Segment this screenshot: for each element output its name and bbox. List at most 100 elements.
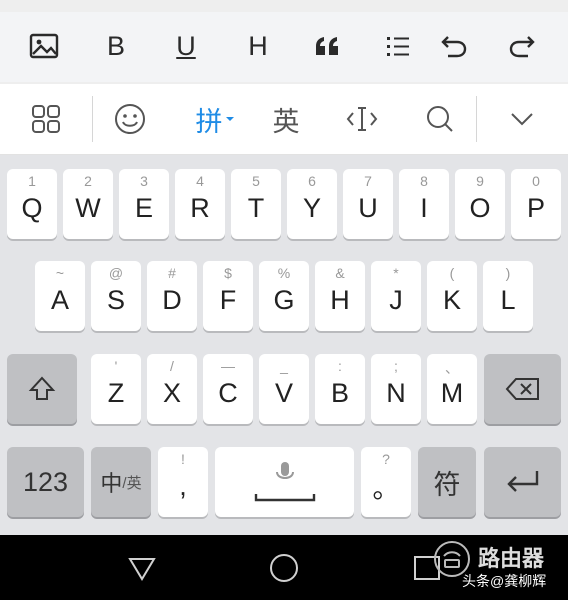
key-hint: & bbox=[335, 265, 345, 281]
candidate-divider bbox=[476, 96, 477, 142]
key-q[interactable]: 1Q bbox=[7, 169, 57, 239]
underline-button[interactable]: U bbox=[166, 26, 206, 66]
key-label: K bbox=[442, 284, 461, 315]
period-key[interactable]: ?。 bbox=[361, 447, 411, 517]
grid-menu-icon[interactable] bbox=[28, 99, 64, 139]
key-f[interactable]: $ F bbox=[203, 261, 253, 331]
key-w[interactable]: 2W bbox=[63, 169, 113, 239]
key-hint: _ bbox=[280, 358, 288, 374]
key-label: X bbox=[162, 377, 181, 408]
key-hint: ' bbox=[114, 358, 118, 374]
key-hint: 4 bbox=[196, 173, 204, 189]
key-hint: ? bbox=[382, 451, 390, 467]
key-g[interactable]: % G bbox=[259, 261, 309, 331]
pinyin-label: 拼 bbox=[195, 106, 223, 137]
key-hint: 2 bbox=[84, 173, 92, 189]
caret-down-icon bbox=[225, 117, 234, 121]
candidate-divider bbox=[92, 96, 93, 142]
key-hint: 、 bbox=[445, 360, 459, 376]
shift-key[interactable] bbox=[7, 354, 77, 424]
key-hint: ! bbox=[181, 451, 185, 467]
key-b[interactable]: :B bbox=[315, 354, 365, 424]
key-label: N bbox=[386, 377, 406, 408]
key-z[interactable]: ' Z bbox=[91, 354, 141, 424]
key-hint: @ bbox=[108, 265, 124, 281]
numeric-key[interactable]: 123 bbox=[7, 447, 84, 517]
key-r[interactable]: 4R bbox=[175, 169, 225, 239]
format-toolbar: B U H bbox=[0, 12, 568, 82]
key-o[interactable]: 9O bbox=[455, 169, 505, 239]
key-label: W bbox=[75, 192, 101, 223]
english-mode-button[interactable]: 英 bbox=[266, 99, 306, 139]
key-m[interactable]: 、 M bbox=[427, 354, 477, 424]
key-label: R bbox=[190, 192, 210, 223]
key-i[interactable]: 8I bbox=[399, 169, 449, 239]
space-mic-icon bbox=[254, 462, 315, 502]
key-label: C bbox=[218, 377, 238, 408]
key-hint: 6 bbox=[308, 173, 316, 189]
bold-button[interactable]: B bbox=[96, 26, 136, 66]
key-a[interactable]: ~ A bbox=[35, 261, 85, 331]
key-label: G bbox=[273, 284, 295, 315]
key-hint: 3 bbox=[140, 173, 148, 189]
symbol-key[interactable]: 符 bbox=[418, 447, 476, 517]
redo-icon[interactable] bbox=[502, 26, 542, 66]
key-c[interactable]: — C bbox=[203, 354, 253, 424]
pinyin-mode-button[interactable]: 拼 bbox=[190, 99, 240, 139]
enter-key[interactable] bbox=[484, 447, 561, 517]
cursor-move-icon[interactable] bbox=[342, 99, 382, 139]
key-hint: 1 bbox=[28, 173, 36, 189]
key-n[interactable]: ; N bbox=[371, 354, 421, 424]
key-k[interactable]: (K bbox=[427, 261, 477, 331]
candidate-bar: 拼 英 bbox=[0, 84, 568, 155]
key-label: B bbox=[330, 377, 349, 408]
key-hint: ) bbox=[505, 265, 511, 281]
key-label: J bbox=[389, 284, 403, 315]
key-v[interactable]: _ V bbox=[259, 354, 309, 424]
key-d[interactable]: # D bbox=[147, 261, 197, 331]
key-t[interactable]: 5T bbox=[231, 169, 281, 239]
back-nav-icon[interactable] bbox=[125, 551, 159, 585]
key-label: Q bbox=[21, 192, 43, 223]
key-s[interactable]: @ S bbox=[91, 261, 141, 331]
key-hint: # bbox=[168, 265, 176, 281]
lang-switch-key[interactable]: 中/英 bbox=[91, 447, 151, 517]
key-y[interactable]: 6Y bbox=[287, 169, 337, 239]
key-label: O bbox=[469, 192, 491, 223]
shift-icon bbox=[28, 376, 56, 400]
list-icon[interactable] bbox=[378, 26, 418, 66]
key-label: Y bbox=[302, 192, 321, 223]
space-key[interactable] bbox=[215, 447, 354, 517]
key-label: D bbox=[162, 284, 182, 315]
collapse-keyboard-icon[interactable] bbox=[504, 99, 540, 139]
key-hint: 8 bbox=[420, 173, 428, 189]
enter-icon bbox=[506, 471, 538, 492]
key-label: 。 bbox=[372, 473, 400, 504]
key-j[interactable]: * J bbox=[371, 261, 421, 331]
key-hint: : bbox=[338, 358, 342, 374]
key-x[interactable]: / X bbox=[147, 354, 197, 424]
key-p[interactable]: 0P bbox=[511, 169, 561, 239]
key-hint: ( bbox=[449, 265, 455, 281]
image-icon[interactable] bbox=[24, 26, 64, 66]
heading-button[interactable]: H bbox=[238, 26, 278, 66]
key-label: U bbox=[358, 192, 378, 223]
key-l[interactable]: ) L bbox=[483, 261, 533, 331]
key-hint: * bbox=[393, 265, 399, 281]
comma-key[interactable]: !, bbox=[158, 447, 208, 517]
search-icon[interactable] bbox=[420, 99, 460, 139]
system-nav-bar: 路由器 头条@龚柳辉 bbox=[0, 535, 568, 600]
backspace-key[interactable] bbox=[484, 354, 561, 424]
key-u[interactable]: 7U bbox=[343, 169, 393, 239]
key-label: F bbox=[219, 284, 237, 315]
home-nav-icon[interactable] bbox=[267, 551, 301, 585]
key-e[interactable]: 3E bbox=[119, 169, 169, 239]
key-h[interactable]: & H bbox=[315, 261, 365, 331]
keyboard: 1Q 2W 3E 4R 5T 6Y 7U 8I 9O 0P ~ A @ S # D $… bbox=[0, 155, 568, 535]
key-hint: 9 bbox=[476, 173, 484, 189]
undo-icon[interactable] bbox=[434, 26, 474, 66]
quote-icon[interactable] bbox=[308, 26, 348, 66]
emoji-icon[interactable] bbox=[110, 99, 150, 139]
key-hint: 0 bbox=[532, 173, 540, 189]
key-label: A bbox=[50, 284, 69, 315]
